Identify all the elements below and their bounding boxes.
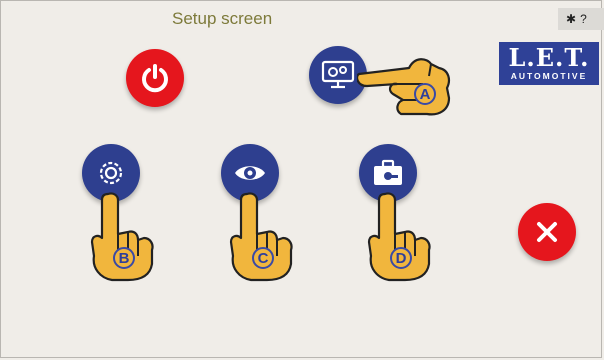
gear-icon <box>99 161 123 185</box>
brand-logo: L.E.T. AUTOMOTIVE <box>499 42 599 85</box>
monitor-gears-icon <box>321 60 355 89</box>
callout-b: B <box>113 247 135 269</box>
status-bar: ✱ ? <box>558 8 604 30</box>
logo-main-text: L.E.T. <box>508 43 590 72</box>
power-icon <box>142 64 168 93</box>
callout-c: C <box>252 247 274 269</box>
bluetooth-icon: ✱ <box>566 12 577 26</box>
close-icon <box>537 222 557 242</box>
page-title: Setup screen <box>172 9 273 28</box>
power-button[interactable] <box>126 49 184 107</box>
callout-a: A <box>414 83 436 105</box>
pointing-hand-a <box>357 54 453 120</box>
close-button[interactable] <box>518 203 576 261</box>
toolbox-icon <box>374 159 402 185</box>
eye-icon <box>235 166 265 180</box>
logo-sub-text: AUTOMOTIVE <box>510 71 588 81</box>
status-text: ? <box>580 12 587 26</box>
callout-d: D <box>390 247 412 269</box>
